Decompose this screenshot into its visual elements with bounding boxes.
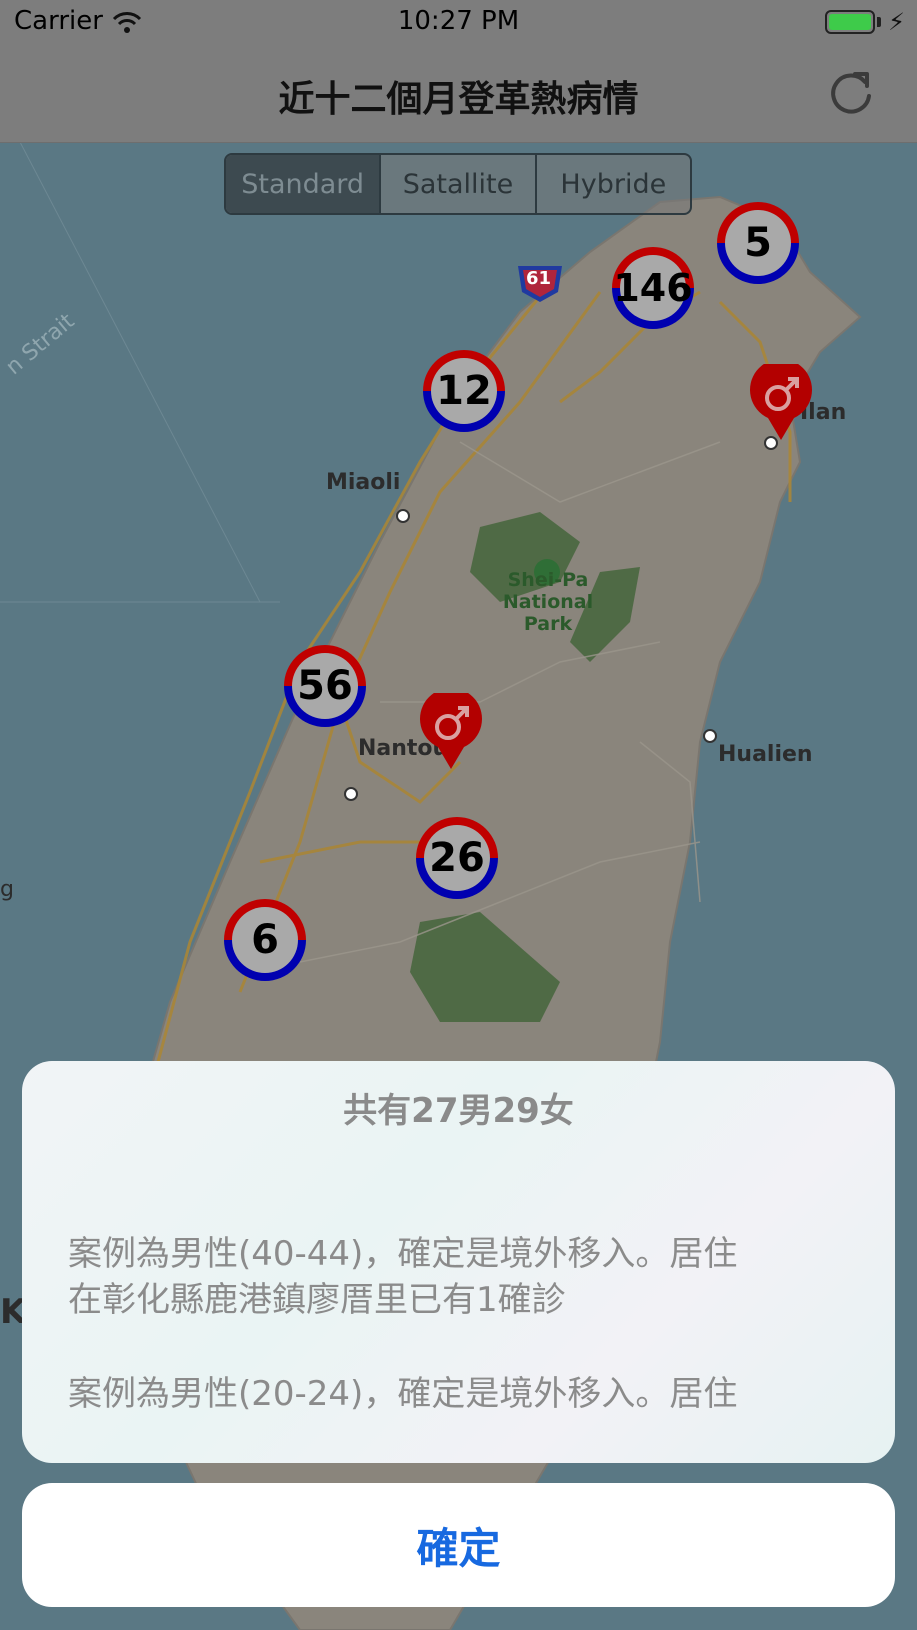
hualien-label: Hualien xyxy=(718,742,813,767)
cluster-count: 6 xyxy=(232,907,298,973)
alert-message: 案例為男性(40-44)，確定是境外移入。居住 在彰化縣鹿港鎮廖厝里已有1確診 xyxy=(68,1234,738,1320)
confirm-button[interactable]: 確定 xyxy=(22,1483,895,1607)
cluster-count: 12 xyxy=(431,358,497,424)
battery-icon xyxy=(825,10,875,34)
refresh-icon[interactable] xyxy=(825,66,877,118)
battery-tip xyxy=(877,17,881,27)
cluster-marker[interactable]: 146 xyxy=(612,247,694,329)
miaoli-label: Miaoli xyxy=(326,470,401,495)
cluster-marker[interactable]: 26 xyxy=(416,817,498,899)
alert-message-list[interactable]: 案例為男性(40-44)，確定是境外移入。居住 在彰化縣鹿港鎮廖厝里已有1確診 … xyxy=(68,1231,848,1463)
alert-sheet: 共有27男29女 案例為男性(40-44)，確定是境外移入。居住 在彰化縣鹿港鎮… xyxy=(22,1061,895,1463)
cluster-count: 5 xyxy=(725,210,791,276)
cluster-marker[interactable]: 56 xyxy=(284,645,366,727)
clock: 10:27 PM xyxy=(397,6,520,36)
route-61-label: 61 xyxy=(526,268,552,289)
map-type-segmented-control[interactable]: Standard Satallite Hybride xyxy=(224,153,692,215)
cluster-marker[interactable]: 12 xyxy=(423,350,505,432)
segment-hybrid[interactable]: Hybride xyxy=(537,155,690,213)
map-edge-label: g xyxy=(0,877,14,902)
alert-title: 共有27男29女 xyxy=(343,1091,574,1131)
alert-message: 案例為男性(20-24)，確定是境外移入。居住 xyxy=(68,1374,738,1414)
navigation-bar: 近十二個月登革熱病情 xyxy=(0,46,917,143)
cluster-marker[interactable]: 6 xyxy=(224,899,306,981)
page-title: 近十二個月登革熱病情 xyxy=(278,79,639,120)
charging-icon: ⚡ xyxy=(888,8,905,36)
male-symbol-icon[interactable] xyxy=(750,364,812,440)
segment-satellite[interactable]: Satallite xyxy=(381,155,537,213)
male-symbol-icon[interactable] xyxy=(420,693,482,769)
segment-standard[interactable]: Standard xyxy=(226,155,382,213)
cluster-count: 56 xyxy=(292,653,358,719)
status-bar: Carrier 10:27 PM ⚡ xyxy=(0,0,917,46)
cluster-count: 146 xyxy=(613,255,693,321)
cluster-marker[interactable]: 5 xyxy=(717,202,799,284)
park-label: Shei-Pa National Park xyxy=(502,569,594,635)
cluster-count: 26 xyxy=(424,825,490,891)
